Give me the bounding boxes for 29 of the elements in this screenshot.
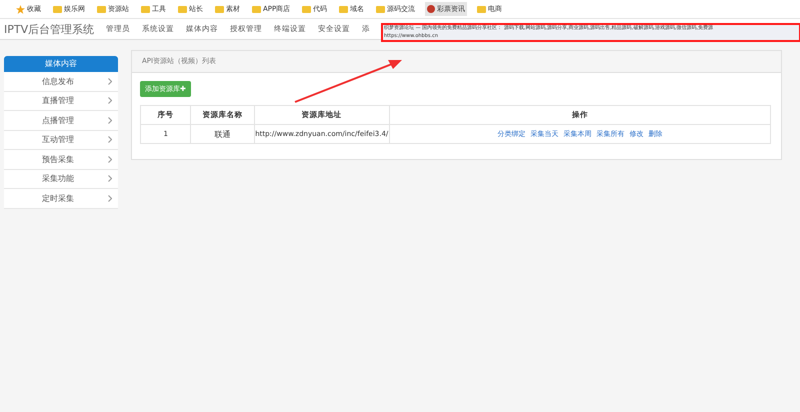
sidebar-item[interactable]: 互动管理 bbox=[4, 130, 118, 150]
sidebar-header: 媒体内容 bbox=[4, 56, 118, 72]
sidebar-item[interactable]: 点播管理 bbox=[4, 111, 118, 130]
folder-icon bbox=[215, 6, 224, 12]
sidebar-item[interactable]: 预告采集 bbox=[4, 150, 118, 170]
table-cell: 联通 bbox=[190, 124, 254, 144]
folder-icon bbox=[178, 6, 187, 12]
folder-icon bbox=[376, 6, 386, 12]
sidebar-item[interactable]: 采集功能 bbox=[4, 170, 118, 189]
star-icon bbox=[16, 4, 25, 14]
chevron-icon bbox=[108, 116, 112, 124]
folder-icon bbox=[302, 6, 312, 12]
chevron-icon bbox=[108, 136, 112, 144]
folder-icon bbox=[53, 6, 62, 12]
sidebar-item[interactable]: 定时采集 bbox=[4, 189, 118, 208]
sidebar-item[interactable]: 信息发布 bbox=[4, 72, 118, 92]
chevron-icon bbox=[108, 156, 112, 163]
folder-icon bbox=[141, 6, 150, 12]
app-title: IPTV后台管理系统 bbox=[3, 22, 94, 36]
sidebar-item[interactable]: 直播管理 bbox=[4, 92, 118, 111]
folder-icon bbox=[97, 6, 106, 12]
chevron-icon bbox=[108, 175, 112, 182]
folder-icon bbox=[339, 6, 348, 12]
chevron-icon bbox=[108, 78, 112, 85]
folder-icon bbox=[252, 6, 261, 12]
site-icon bbox=[427, 5, 436, 13]
chevron-icon bbox=[108, 97, 112, 104]
folder-icon bbox=[477, 6, 486, 12]
chevron-icon bbox=[108, 194, 112, 202]
